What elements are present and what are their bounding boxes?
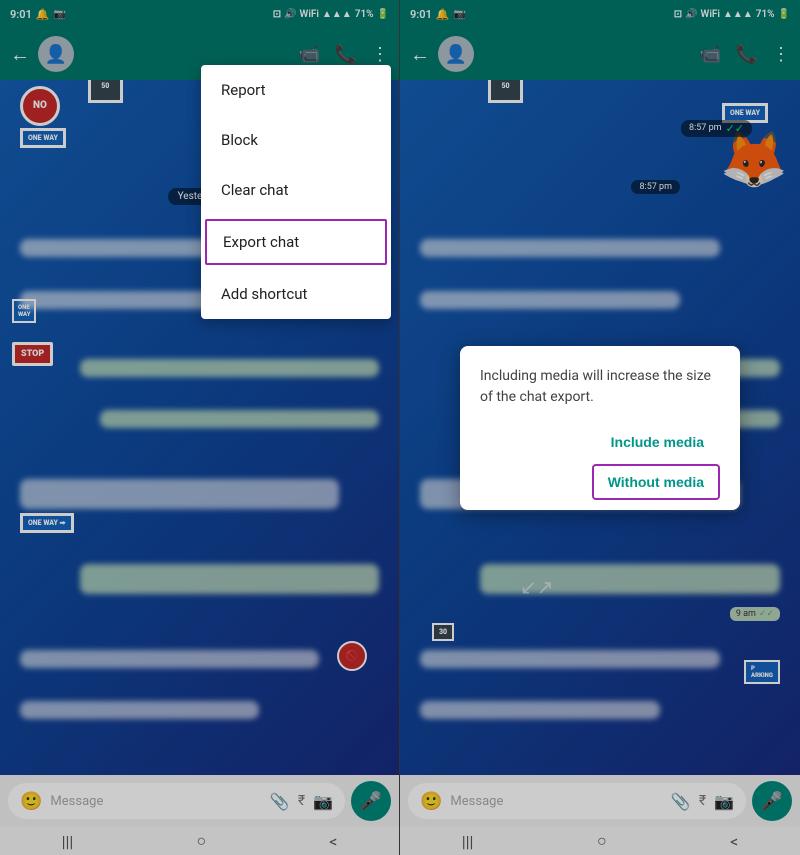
right-phone-panel: 50 50 ONE WAY 🦊 8:57 pm ✓✓ 8:57 pm 9 am …: [400, 0, 800, 855]
left-phone-panel: NO 50 50 ONE WAY ONE WAY STOP ONEWAY ONE…: [0, 0, 400, 855]
include-media-button[interactable]: Include media: [595, 424, 720, 460]
dialog-message: Including media will increase the size o…: [480, 366, 720, 408]
menu-item-add-shortcut[interactable]: Add shortcut: [201, 269, 391, 319]
export-chat-dialog: Including media will increase the size o…: [460, 346, 740, 510]
menu-item-report[interactable]: Report: [201, 65, 391, 115]
menu-item-clear-chat[interactable]: Clear chat: [201, 165, 391, 215]
menu-item-export-chat[interactable]: Export chat: [205, 219, 387, 265]
context-menu: Report Block Clear chat Export chat Add …: [201, 65, 391, 319]
without-media-button[interactable]: Without media: [592, 464, 720, 500]
dialog-actions: Include media Without media: [480, 424, 720, 500]
menu-item-block[interactable]: Block: [201, 115, 391, 165]
